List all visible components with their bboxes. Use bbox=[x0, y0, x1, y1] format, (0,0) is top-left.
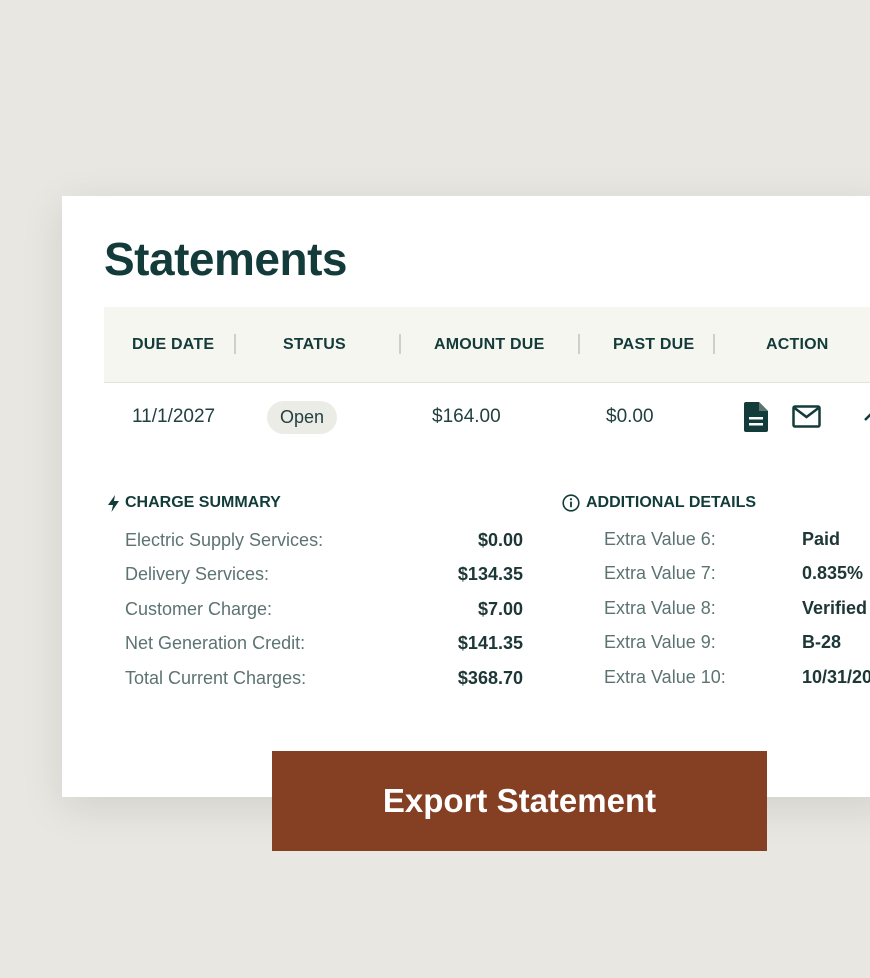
page-title: Statements bbox=[104, 233, 347, 285]
chevron-up-icon[interactable] bbox=[863, 412, 870, 422]
document-icon[interactable] bbox=[744, 402, 768, 432]
list-item-label: Delivery Services: bbox=[125, 564, 270, 584]
lightning-icon bbox=[108, 494, 119, 512]
header-past-due[interactable]: PAST DUE bbox=[613, 307, 694, 382]
column-divider bbox=[399, 334, 401, 354]
header-status[interactable]: STATUS bbox=[283, 307, 346, 382]
list-item-value: $0.00 bbox=[477, 530, 523, 550]
column-divider bbox=[578, 334, 580, 354]
list-item-label: Extra Value 8: bbox=[604, 598, 716, 618]
list-item-value: Paid bbox=[802, 529, 841, 549]
list-item-label: Extra Value 10: bbox=[604, 667, 726, 687]
mail-icon[interactable] bbox=[792, 405, 821, 428]
statements-card: Statements DUE DATE STATUS AMOUNT DUE PA… bbox=[62, 196, 870, 797]
row-amount-due: $164.00 bbox=[432, 406, 501, 427]
status-badge: Open bbox=[267, 401, 338, 434]
list-item-value: 10/31/20 bbox=[802, 667, 870, 687]
list-item-label: Extra Value 7: bbox=[604, 563, 716, 583]
header-action: ACTION bbox=[766, 336, 829, 353]
column-divider bbox=[234, 334, 236, 354]
list-item-label: Customer Charge: bbox=[125, 599, 273, 619]
column-divider bbox=[713, 334, 715, 354]
row-due-date: 11/1/2027 bbox=[132, 406, 216, 427]
list-item-value: Verified bbox=[802, 598, 868, 618]
list-item-value: $134.35 bbox=[457, 564, 523, 584]
header-amount-due[interactable]: AMOUNT DUE bbox=[434, 307, 544, 382]
row-past-due: $0.00 bbox=[606, 406, 654, 427]
list-item-label: Extra Value 9: bbox=[604, 632, 716, 652]
list-item-value: $368.70 bbox=[457, 668, 523, 688]
header-due-date[interactable]: DUE DATE bbox=[132, 307, 214, 382]
list-item-label: Total Current Charges: bbox=[125, 668, 307, 688]
list-item-value: $7.00 bbox=[477, 599, 523, 619]
additional-details-heading: ADDITIONAL DETAILS bbox=[586, 494, 757, 511]
charge-summary-heading: CHARGE SUMMARY bbox=[125, 494, 281, 511]
list-item-value: 0.835% bbox=[802, 563, 864, 583]
list-item-value: $141.35 bbox=[457, 633, 523, 653]
info-icon bbox=[562, 494, 580, 512]
additional-details-title: ADDITIONAL DETAILS bbox=[562, 494, 756, 512]
table-header: DUE DATE STATUS AMOUNT DUE PAST DUE ACTI… bbox=[104, 307, 870, 383]
list-item-label: Extra Value 6: bbox=[604, 529, 716, 549]
list-item-label: Electric Supply Services: bbox=[125, 530, 324, 550]
export-statement-button[interactable]: Export Statement bbox=[272, 751, 767, 851]
list-item-label: Net Generation Credit: bbox=[125, 633, 306, 653]
charge-summary-title: CHARGE SUMMARY bbox=[108, 494, 281, 512]
list-item-value: B-28 bbox=[802, 632, 842, 652]
